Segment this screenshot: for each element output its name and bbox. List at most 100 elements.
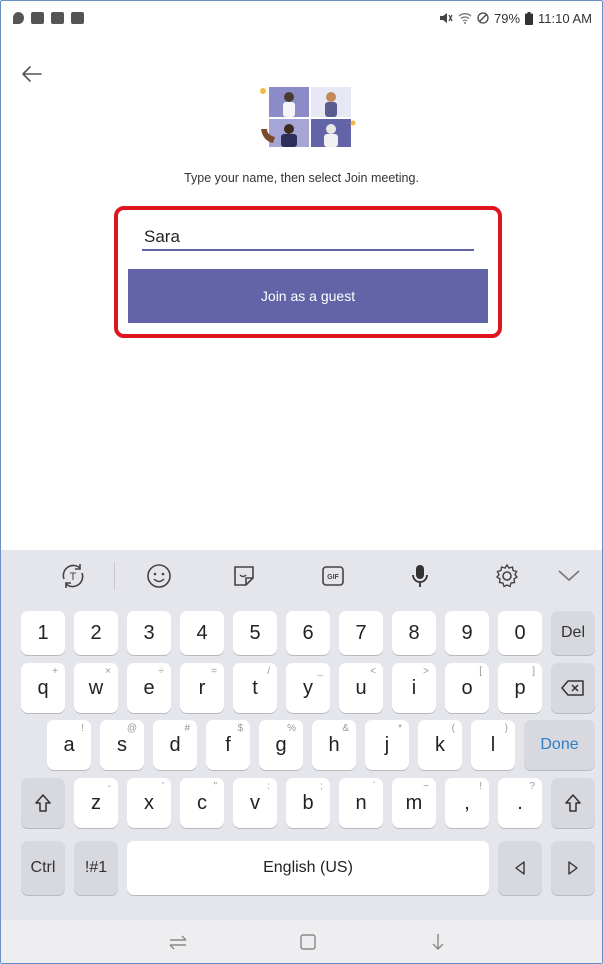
key-hint: ; [320,781,323,792]
ctrl-key[interactable]: Ctrl [21,841,65,895]
arrow-right-icon [568,861,578,875]
key-o[interactable]: [o [445,663,489,713]
settings-gear-icon[interactable] [491,560,523,592]
key-1[interactable]: 1 [21,611,65,655]
key-hint: $ [237,723,243,734]
symbols-key[interactable]: !#1 [74,841,118,895]
key-i[interactable]: > i [392,663,436,713]
key-q[interactable]: + q [21,663,65,713]
sticker-icon[interactable] [228,560,260,592]
key-m[interactable]: ~ m [392,778,436,828]
key-label: c [197,791,207,814]
key-y[interactable]: _ y [286,663,330,713]
location-pin-icon [13,12,24,24]
text-translate-icon[interactable]: T [57,560,89,592]
key-label: u [355,676,367,699]
navigation-bar [1,920,602,963]
backspace-key[interactable] [551,663,595,713]
key-label: v [250,791,260,814]
key-label: m [405,791,423,814]
key-2[interactable]: 2 [74,611,118,655]
key-e[interactable]: ÷ e [127,663,171,713]
status-icons-right: 79% 11:10 AM [439,11,592,26]
meeting-illustration [260,87,356,147]
key-hint: ) [504,723,508,734]
key-hint: > [423,666,429,677]
key-hint: × [105,666,111,677]
key-x[interactable]: ' x [127,778,171,828]
join-as-guest-button[interactable]: Join as a guest [128,269,488,323]
key-u[interactable]: < u [339,663,383,713]
key-label: t [252,676,258,699]
key-comma[interactable]: !, [445,778,489,828]
key-hint: # [184,723,190,734]
shift-key-left[interactable] [21,778,65,828]
home-icon[interactable] [297,931,319,953]
key-6[interactable]: 6 [286,611,330,655]
keyboard: T GIF 1 2 3 4 5 6 7 8 9 0 Del + q × w ÷ … [1,550,602,920]
key-0[interactable]: 0 [498,611,542,655]
key-hint: * [398,723,402,734]
emoji-icon[interactable] [143,560,175,592]
cursor-right-key[interactable] [551,841,595,895]
key-g[interactable]: % g [259,720,303,770]
shift-key-right[interactable] [551,778,595,828]
key-7[interactable]: 7 [339,611,383,655]
recent-apps-icon[interactable] [167,931,189,953]
key-p[interactable]: ] p [498,663,542,713]
key-a[interactable]: ! a [47,720,91,770]
name-input[interactable] [142,225,474,251]
key-d[interactable]: # d [153,720,197,770]
key-hint: - [107,781,111,792]
key-j[interactable]: * j [365,720,409,770]
microphone-icon[interactable] [404,560,436,592]
key-v[interactable]: :v [233,778,277,828]
key-w[interactable]: × w [74,663,118,713]
gif-icon[interactable]: GIF [318,560,350,592]
key-label: x [144,791,154,814]
back-down-icon[interactable] [427,931,449,953]
collapse-keyboard-icon[interactable] [553,560,585,592]
key-8[interactable]: 8 [392,611,436,655]
delete-word-key[interactable]: Del [551,611,595,655]
key-b[interactable]: ; b [286,778,330,828]
key-label: l [490,733,496,756]
key-label: z [91,791,101,814]
key-l[interactable]: ) l [471,720,515,770]
key-3[interactable]: 3 [127,611,171,655]
key-label: a [63,733,75,756]
no-sim-icon [477,12,489,24]
key-c[interactable]: " c [180,778,224,828]
key-hint: ' [162,781,164,792]
battery-percent: 79% [494,10,521,26]
key-h[interactable]: & h [312,720,356,770]
key-k[interactable]: (k [418,720,462,770]
join-instruction: Type your name, then select Join meeting… [184,171,419,185]
key-label: h [328,733,340,756]
cursor-left-key[interactable] [498,841,542,895]
key-label: o [461,676,473,699]
key-z[interactable]: -z [74,778,118,828]
space-key[interactable]: English (US) [127,841,489,895]
key-label: j [384,733,390,756]
key-hint: ~ [423,781,429,792]
key-t[interactable]: / t [233,663,277,713]
key-label: f [225,733,231,756]
key-4[interactable]: 4 [180,611,224,655]
key-period[interactable]: ?. [498,778,542,828]
key-s[interactable]: @ s [100,720,144,770]
key-f[interactable]: $ f [206,720,250,770]
key-hint: = [211,666,217,677]
key-hint: % [287,723,296,734]
key-5[interactable]: 5 [233,611,277,655]
key-r[interactable]: = r [180,663,224,713]
key-hint: : [267,781,270,792]
mute-icon [440,13,453,23]
key-9[interactable]: 9 [445,611,489,655]
svg-text:GIF: GIF [327,574,339,581]
back-arrow-icon[interactable] [19,61,45,87]
key-n[interactable]: ` n [339,778,383,828]
done-key[interactable]: Done [524,720,595,770]
arrow-left-icon [515,861,525,875]
key-label: e [143,676,155,699]
